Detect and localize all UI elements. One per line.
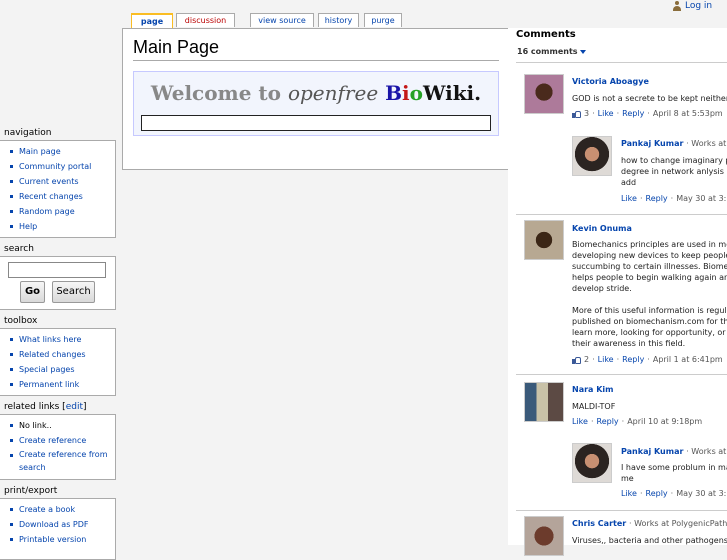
comment-text: MALDI-TOF — [572, 402, 616, 411]
tab-discussion[interactable]: discussion — [176, 13, 235, 27]
related-create-reference[interactable]: Create reference — [4, 433, 115, 448]
comment-actions: Like · Reply · May 30 at 3:1 — [621, 489, 727, 498]
comments-divider — [516, 374, 727, 375]
related-links-heading: related links [edit] — [4, 402, 87, 412]
avatar[interactable] — [524, 74, 564, 114]
tool-special-pages[interactable]: Special pages — [4, 362, 115, 377]
comments-panel: Comments 16 comments Victoria Aboagye GO… — [508, 28, 727, 556]
navigation-portlet: Main page Community portal Current event… — [0, 140, 116, 238]
avatar[interactable] — [524, 516, 564, 556]
related-links-portlet: No link.. Create reference Create refere… — [0, 414, 116, 480]
like-link[interactable]: Like — [572, 417, 588, 426]
avatar[interactable] — [524, 382, 564, 422]
like-link[interactable]: Like — [621, 194, 637, 203]
like-link[interactable]: Like — [598, 355, 614, 364]
comment-author[interactable]: Victoria Aboagye — [572, 77, 649, 86]
toolbox-portlet: What links here Related changes Special … — [0, 328, 116, 396]
tool-permanent-link[interactable]: Permanent link — [4, 377, 115, 392]
thumbs-up-icon — [572, 355, 581, 364]
search-portlet: Go Search — [0, 256, 116, 310]
go-button[interactable]: Go — [20, 281, 45, 303]
related-links-edit-link[interactable]: edit — [66, 402, 83, 412]
nav-current-events[interactable]: Current events — [4, 174, 115, 189]
welcome-input-box[interactable] — [141, 115, 491, 131]
nav-main-page[interactable]: Main page — [4, 144, 115, 159]
print-export-heading: print/export — [4, 486, 58, 496]
print-export-portlet: Create a book Download as PDF Printable … — [0, 498, 116, 560]
comments-divider — [516, 510, 727, 511]
tab-history[interactable]: history — [318, 13, 359, 27]
search-button[interactable]: Search — [52, 281, 95, 303]
comment-actions: 3 · Like · Reply · April 8 at 5:53pm — [572, 109, 723, 118]
reply-link[interactable]: Reply — [646, 489, 668, 498]
comments-count-sort[interactable]: 16 comments — [517, 47, 586, 56]
comments-divider — [516, 214, 727, 215]
comment-date: May 30 at 3:1 — [676, 194, 727, 203]
user-icon — [672, 1, 682, 11]
avatar[interactable] — [572, 136, 612, 176]
comments-title: Comments — [516, 29, 576, 40]
thumbs-up-icon — [572, 109, 581, 118]
search-input[interactable] — [8, 262, 106, 278]
reply-link[interactable]: Reply — [597, 417, 619, 426]
comment-text: Viruses,, bacteria and other pathogens h — [572, 536, 727, 545]
comments-divider — [516, 62, 727, 63]
avatar[interactable] — [572, 443, 612, 483]
title-divider — [133, 60, 499, 61]
comment-text: Biomechanics principles are used in med … — [572, 240, 727, 348]
page-title: Main Page — [133, 37, 220, 57]
comment-author[interactable]: Pankaj Kumar · Works at S — [621, 447, 727, 456]
related-no-link: No link.. — [4, 418, 115, 433]
comment-date: April 8 at 5:53pm — [652, 109, 723, 118]
reply-link[interactable]: Reply — [622, 109, 644, 118]
comment-text: GOD is not a secrete to be kept neither … — [572, 94, 727, 103]
search-heading: search — [4, 244, 34, 254]
comment-date: April 1 at 6:41pm — [652, 355, 723, 364]
like-link[interactable]: Like — [621, 489, 637, 498]
comment-author[interactable]: Chris Carter · Works at PolygenicPathw — [572, 519, 727, 528]
user-bar: Log in — [672, 0, 712, 12]
print-download-pdf[interactable]: Download as PDF — [4, 517, 115, 532]
comment-date: May 30 at 3:1 — [676, 489, 727, 498]
tool-related-changes[interactable]: Related changes — [4, 347, 115, 362]
print-create-book[interactable]: Create a book — [4, 502, 115, 517]
chevron-down-icon — [579, 49, 586, 54]
reply-link[interactable]: Reply — [646, 194, 668, 203]
comment-text: I have some problum in mat me — [621, 463, 727, 483]
welcome-banner: Welcome to openfree BioWiki. — [133, 71, 499, 136]
comment-actions: Like · Reply · May 30 at 3:1 — [621, 194, 727, 203]
comment-actions: 2 · Like · Reply · April 1 at 6:41pm — [572, 355, 723, 364]
content-area: Main Page Welcome to openfree BioWiki. — [122, 28, 509, 170]
comment-author[interactable]: Nara Kim — [572, 385, 614, 394]
avatar[interactable] — [524, 220, 564, 260]
comment-author[interactable]: Pankaj Kumar · Works at S — [621, 139, 727, 148]
like-link[interactable]: Like — [598, 109, 614, 118]
related-create-reference-from-search[interactable]: Create reference from search — [4, 448, 115, 474]
tab-purge[interactable]: purge — [364, 13, 402, 27]
navigation-heading: navigation — [4, 128, 52, 138]
nav-help[interactable]: Help — [4, 219, 115, 234]
nav-random-page[interactable]: Random page — [4, 204, 115, 219]
welcome-heading: Welcome to openfree BioWiki. — [150, 81, 482, 105]
tab-view-source[interactable]: view source — [250, 13, 314, 27]
comment-author[interactable]: Kevin Onuma — [572, 224, 632, 233]
nav-recent-changes[interactable]: Recent changes — [4, 189, 115, 204]
comment-date: April 10 at 9:18pm — [627, 417, 703, 426]
login-link[interactable]: Log in — [685, 1, 712, 11]
comment-actions: Like · Reply · April 10 at 9:18pm — [572, 417, 703, 426]
nav-community-portal[interactable]: Community portal — [4, 159, 115, 174]
comment-text: how to change imaginary pa degree in net… — [621, 156, 727, 187]
tool-what-links-here[interactable]: What links here — [4, 332, 115, 347]
toolbox-heading: toolbox — [4, 316, 38, 326]
reply-link[interactable]: Reply — [622, 355, 644, 364]
